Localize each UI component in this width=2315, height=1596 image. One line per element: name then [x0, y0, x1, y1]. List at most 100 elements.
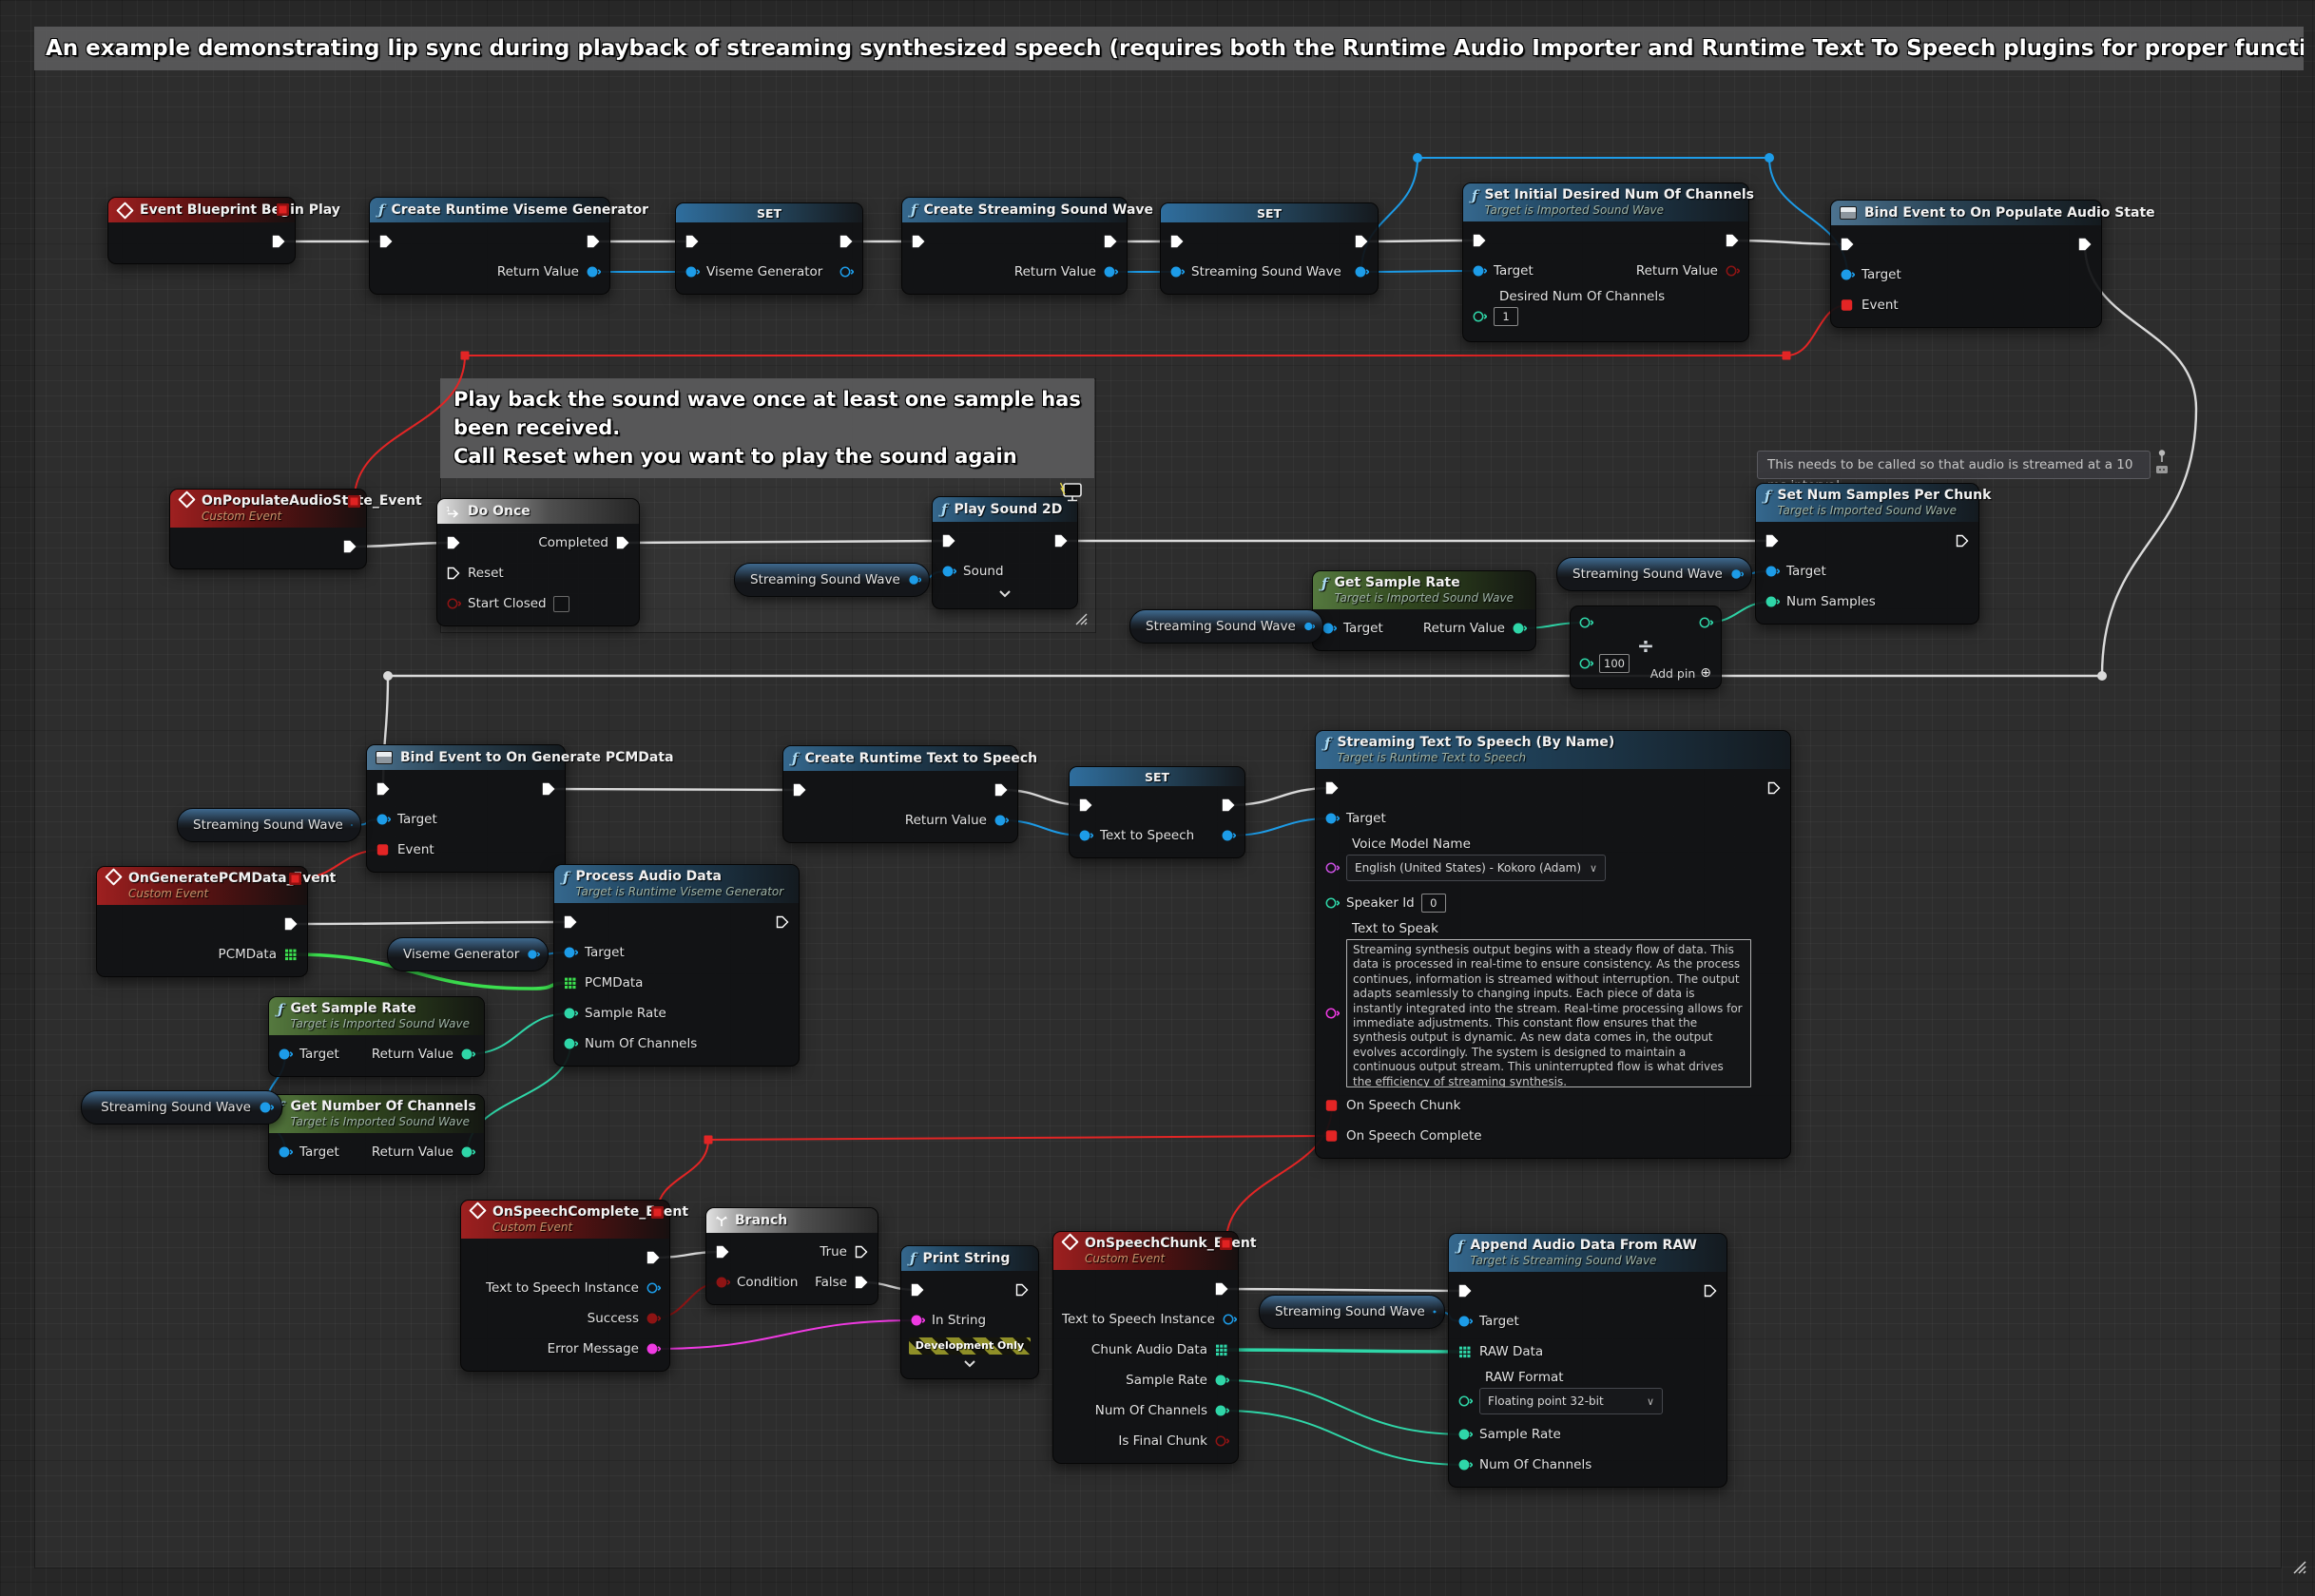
onspeechcomplete-event[interactable]: OnSpeechComplete_EventCustom EventText t…	[460, 1200, 670, 1372]
exec-pin[interactable]	[1221, 798, 1236, 812]
obj-pin[interactable]	[527, 948, 540, 961]
exec-pin[interactable]	[615, 536, 630, 549]
exec-pin[interactable]	[586, 235, 601, 248]
int-pin[interactable]	[460, 1145, 475, 1159]
set-initial-num-channels[interactable]: ƒSet Initial Desired Num Of ChannelsTarg…	[1462, 183, 1749, 342]
event-delegate-box[interactable]	[277, 203, 289, 216]
int-pin[interactable]	[1765, 595, 1780, 608]
blueprint-canvas[interactable]: An example demonstrating lip sync during…	[0, 0, 2315, 1596]
create-viseme-generator[interactable]: ƒCreate Runtime Viseme GeneratorReturn V…	[369, 197, 610, 295]
bytes-pin[interactable]	[283, 948, 299, 961]
obj-pin[interactable]	[278, 1048, 293, 1061]
exec-pin[interactable]	[563, 915, 578, 929]
chevron-down-icon[interactable]	[963, 1360, 976, 1368]
exec-pin[interactable]	[1214, 1282, 1229, 1296]
int-pin[interactable]	[1698, 616, 1713, 629]
pill-viseme[interactable]: Viseme Generator	[387, 937, 549, 971]
exec-pin[interactable]	[1766, 781, 1782, 795]
pill-ssw-2[interactable]: Streaming Sound Wave	[734, 563, 930, 597]
pill-ssw-5[interactable]: Streaming Sound Wave	[177, 808, 361, 842]
name-pin[interactable]	[1324, 861, 1340, 875]
gnc[interactable]: ƒGet Number Of ChannelsTarget is Importe…	[268, 1094, 485, 1175]
obj-pin[interactable]	[278, 1145, 293, 1159]
exec-pin[interactable]	[775, 915, 790, 929]
obj-pin[interactable]	[646, 1281, 661, 1295]
streaming-tts[interactable]: ƒStreaming Text To Speech (By Name)Targe…	[1315, 730, 1791, 1159]
exec-pin[interactable]	[446, 536, 461, 549]
bytesT-pin[interactable]	[1457, 1345, 1473, 1358]
obj-pin[interactable]	[1221, 829, 1236, 842]
set-streaming-sound-wave[interactable]: SETStreaming Sound Wave	[1160, 202, 1379, 295]
bytes-pin[interactable]	[563, 976, 578, 990]
exec-pin[interactable]	[283, 917, 299, 931]
bool-pin[interactable]	[1214, 1434, 1229, 1448]
obj-pin[interactable]	[1169, 265, 1185, 279]
del-pin[interactable]	[1324, 1099, 1340, 1112]
int-pin[interactable]	[1324, 896, 1340, 910]
exec-pin[interactable]	[685, 235, 700, 248]
exec-pin[interactable]	[2077, 238, 2093, 251]
str-pin[interactable]	[910, 1314, 925, 1327]
exec-pin[interactable]	[715, 1245, 730, 1259]
obj-pin[interactable]	[1078, 829, 1093, 842]
comment-resize-grip[interactable]	[1072, 610, 1090, 627]
create-streaming-sound-wave[interactable]: ƒCreate Streaming Sound WaveReturn Value	[901, 197, 1128, 295]
int-pin[interactable]	[1578, 657, 1593, 670]
exec-pin[interactable]	[941, 534, 956, 548]
int-pin[interactable]	[1472, 310, 1487, 323]
bool-pin[interactable]	[646, 1312, 661, 1325]
add-pin-button[interactable]: Add pin⊕	[1650, 665, 1711, 681]
obj-pin[interactable]	[1354, 265, 1369, 279]
gsr-2[interactable]: ƒGet Sample RateTarget is Imported Sound…	[268, 996, 485, 1077]
set-num-samples[interactable]: ƒSet Num Samples Per ChunkTarget is Impo…	[1755, 483, 1979, 625]
obj-pin[interactable]	[1222, 1313, 1237, 1326]
int-pin[interactable]	[1457, 1394, 1473, 1408]
onpopulate-event[interactable]: OnPopulateAudioState_EventCustom Event	[169, 489, 367, 569]
pill-ssw-3[interactable]: Streaming Sound Wave	[1129, 609, 1323, 644]
obj-pin[interactable]	[1730, 567, 1744, 581]
expand-row[interactable]	[901, 1356, 1038, 1372]
int-pin[interactable]	[563, 1037, 578, 1050]
del-pin[interactable]	[1324, 1129, 1340, 1143]
obj-pin[interactable]	[1433, 1305, 1437, 1318]
bool-pin[interactable]	[715, 1276, 730, 1289]
exec-pin[interactable]	[1457, 1284, 1473, 1298]
event-delegate-box[interactable]	[1220, 1238, 1232, 1250]
text-area[interactable]: Streaming synthesis output begins with a…	[1346, 939, 1751, 1087]
ongenerate-event[interactable]: OnGeneratePCMData_EventCustom EventPCMDa…	[96, 866, 308, 977]
expand-row[interactable]	[933, 586, 1077, 602]
obj-pin[interactable]	[941, 565, 956, 578]
obj-pin[interactable]	[1321, 622, 1337, 635]
pill-ssw-4[interactable]: Streaming Sound Wave	[1556, 557, 1752, 591]
dropdown[interactable]: Floating point 32-bit∨	[1479, 1388, 1663, 1414]
exec-pin[interactable]	[1324, 781, 1340, 795]
int-pin[interactable]	[563, 1007, 578, 1020]
exec-pin[interactable]	[271, 235, 286, 248]
exec-pin[interactable]	[1472, 234, 1487, 247]
exec-pin[interactable]	[646, 1251, 661, 1264]
obj-pin[interactable]	[1103, 265, 1118, 279]
append-raw[interactable]: ƒAppend Audio Data From RAWTarget is Str…	[1448, 1233, 1727, 1488]
canvas-resize-grip[interactable]	[2289, 1557, 2308, 1576]
obj-pin[interactable]	[351, 818, 353, 832]
exec-pin[interactable]	[1169, 235, 1185, 248]
exec-pin[interactable]	[854, 1245, 869, 1259]
exec-pin[interactable]	[1053, 534, 1069, 548]
exec-pin[interactable]	[1703, 1284, 1718, 1298]
bool-pin[interactable]	[446, 597, 461, 610]
exec-pin[interactable]	[910, 1283, 925, 1297]
exec-pin[interactable]	[1014, 1283, 1030, 1297]
exec-pin[interactable]	[1078, 798, 1093, 812]
gsr-1[interactable]: ƒGet Sample RateTarget is Imported Sound…	[1312, 570, 1536, 651]
onspeechchunk-event[interactable]: OnSpeechChunk_EventCustom EventText to S…	[1052, 1231, 1239, 1464]
int-pin[interactable]	[1578, 616, 1593, 629]
exec-pin[interactable]	[839, 235, 854, 248]
obj-pin[interactable]	[586, 265, 601, 279]
bind-pcmdata[interactable]: Bind Event to On Generate PCMDataTargetE…	[366, 744, 566, 873]
event-delegate-box[interactable]	[651, 1206, 664, 1219]
obj-pin[interactable]	[376, 813, 391, 826]
exec-pin[interactable]	[994, 783, 1009, 797]
chevron-down-icon[interactable]	[998, 590, 1012, 598]
obj-pin[interactable]	[1472, 264, 1487, 278]
exec-pin[interactable]	[1725, 234, 1740, 247]
